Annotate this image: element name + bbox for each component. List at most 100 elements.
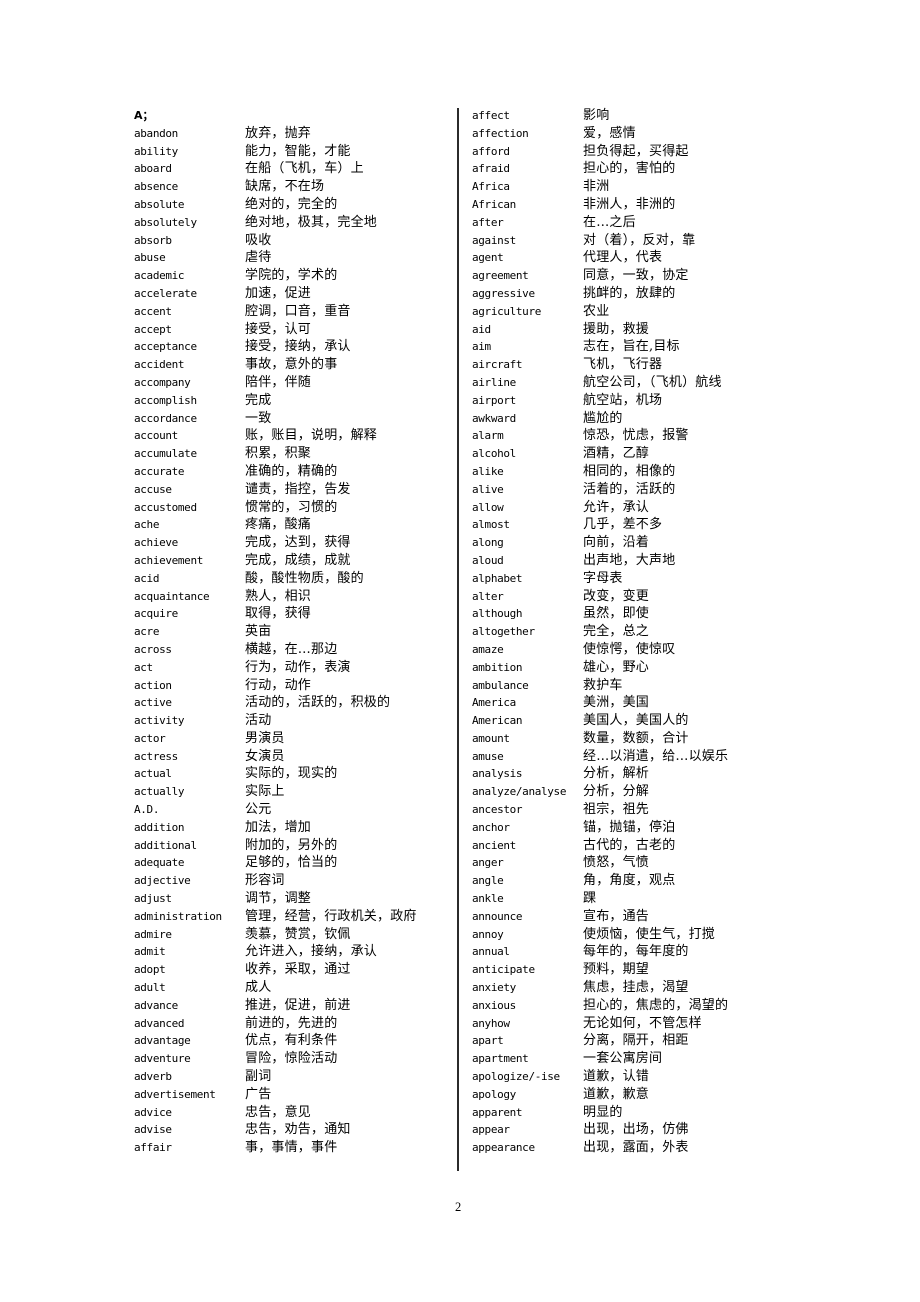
entry-term: alter bbox=[472, 589, 504, 603]
entry-gloss: 英亩 bbox=[245, 624, 272, 640]
vocabulary-entry: adopt 收养，采取，通过 bbox=[134, 961, 474, 979]
entry-term: admit bbox=[134, 945, 166, 959]
entry-gloss: 收养，采取，通过 bbox=[245, 962, 351, 978]
vocabulary-entry: aid 援助，救援 bbox=[472, 321, 812, 339]
entry-term: analyze/analyse bbox=[472, 785, 567, 799]
vocabulary-entry: alarm 惊恐，忧虑，报警 bbox=[472, 427, 812, 445]
entry-gloss: 祖宗，祖先 bbox=[583, 802, 650, 818]
entry-gloss: 忠告，劝告，通知 bbox=[245, 1122, 351, 1138]
vocabulary-entry: announce 宣布，通告 bbox=[472, 908, 812, 926]
entry-term: accumulate bbox=[134, 447, 197, 461]
vocabulary-entry: allow 允许，承认 bbox=[472, 499, 812, 517]
vocabulary-list-right: affect 影响 affection 爱，感情 afford 担负得起，买得起 afrai… bbox=[472, 107, 812, 1157]
vocabulary-entry: aggressive 挑衅的，放肆的 bbox=[472, 285, 812, 303]
entry-term: aid bbox=[472, 322, 491, 336]
entry-gloss: 疼痛，酸痛 bbox=[245, 517, 312, 533]
entry-gloss: 忠告，意见 bbox=[245, 1104, 312, 1120]
vocabulary-entry: accident 事故，意外的事 bbox=[134, 356, 474, 374]
entry-gloss: 接受，接纳，承认 bbox=[245, 339, 351, 355]
vocabulary-entry: awkward 尴尬的 bbox=[472, 410, 812, 428]
entry-gloss: 出现，露面，外表 bbox=[583, 1140, 689, 1156]
entry-term: agriculture bbox=[472, 304, 541, 318]
entry-gloss: 经…以消遣，给…以娱乐 bbox=[583, 748, 729, 764]
vocabulary-entry: appear 出现，出场，仿佛 bbox=[472, 1121, 812, 1139]
vocabulary-entry: abandon 放弃，抛弃 bbox=[134, 125, 474, 143]
entry-term: actual bbox=[134, 767, 172, 781]
vocabulary-entry: ankle 踝 bbox=[472, 890, 812, 908]
entry-gloss: 冒险，惊险活动 bbox=[245, 1051, 338, 1067]
entry-gloss: 担心的，害怕的 bbox=[583, 161, 676, 177]
entry-gloss: 调节，调整 bbox=[245, 891, 312, 907]
entry-term: airline bbox=[472, 375, 516, 389]
vocabulary-entry: anxiety 焦虑，挂虑，渴望 bbox=[472, 979, 812, 997]
entry-term: adventure bbox=[134, 1052, 191, 1066]
entry-gloss: 优点，有利条件 bbox=[245, 1033, 338, 1049]
entry-term: alive bbox=[472, 482, 504, 496]
entry-gloss: 事故，意外的事 bbox=[245, 357, 338, 373]
entry-gloss: 加法，增加 bbox=[245, 819, 312, 835]
entry-term: absence bbox=[134, 180, 178, 194]
entry-term: accompany bbox=[134, 375, 191, 389]
entry-gloss: 飞机，飞行器 bbox=[583, 357, 663, 373]
entry-gloss: 惊恐，忧虑，报警 bbox=[583, 428, 689, 444]
entry-term: American bbox=[472, 714, 523, 728]
entry-term: apology bbox=[472, 1087, 516, 1101]
entry-gloss: 志在，旨在,目标 bbox=[583, 339, 680, 355]
entry-gloss: 活动的，活跃的，积极的 bbox=[245, 695, 391, 711]
entry-term: addition bbox=[134, 820, 185, 834]
vocabulary-entry: accurate 准确的，精确的 bbox=[134, 463, 474, 481]
entry-term: alcohol bbox=[472, 447, 516, 461]
entry-term: advanced bbox=[134, 1016, 185, 1030]
entry-term: adequate bbox=[134, 856, 185, 870]
vocabulary-entry: ability 能力，智能，才能 bbox=[134, 143, 474, 161]
vocabulary-entry: act 行为，动作，表演 bbox=[134, 659, 474, 677]
section-heading-a: A； bbox=[134, 109, 154, 122]
vocabulary-entry: adverb 副词 bbox=[134, 1068, 474, 1086]
vocabulary-entry: along 向前，沿着 bbox=[472, 534, 812, 552]
entry-gloss: 出声地，大声地 bbox=[583, 552, 676, 568]
entry-gloss: 管理，经营，行政机关，政府 bbox=[245, 908, 417, 924]
entry-gloss: 虐待 bbox=[245, 250, 272, 266]
page-number: 2 bbox=[455, 1200, 462, 1214]
entry-gloss: 相同的，相像的 bbox=[583, 463, 676, 479]
vocabulary-entry: advantage 优点，有利条件 bbox=[134, 1032, 474, 1050]
entry-gloss: 完全，总之 bbox=[583, 624, 650, 640]
entry-gloss: 每年的，每年度的 bbox=[583, 944, 689, 960]
entry-term: advice bbox=[134, 1105, 172, 1119]
entry-gloss: 学院的，学术的 bbox=[245, 268, 338, 284]
vocabulary-entry: anger 愤怒，气愤 bbox=[472, 854, 812, 872]
entry-gloss: 预料，期望 bbox=[583, 962, 650, 978]
vocabulary-entry: anchor 锚，抛锚，停泊 bbox=[472, 819, 812, 837]
entry-gloss: 接受，认可 bbox=[245, 321, 312, 337]
entry-term: ancient bbox=[472, 838, 516, 852]
entry-gloss: 农业 bbox=[583, 303, 610, 319]
entry-term: ambition bbox=[472, 660, 523, 674]
entry-gloss: 男演员 bbox=[245, 730, 285, 746]
entry-gloss: 数量，数额，合计 bbox=[583, 730, 689, 746]
entry-term: alphabet bbox=[472, 571, 523, 585]
entry-term: aloud bbox=[472, 553, 504, 567]
entry-gloss: 惯常的，习惯的 bbox=[245, 499, 338, 515]
entry-gloss: 放弃，抛弃 bbox=[245, 125, 312, 141]
entry-gloss: 足够的，恰当的 bbox=[245, 855, 338, 871]
entry-term: across bbox=[134, 642, 172, 656]
entry-term: acre bbox=[134, 625, 160, 639]
entry-gloss: 同意，一致，协定 bbox=[583, 268, 689, 284]
vocabulary-entry: activity 活动 bbox=[134, 712, 474, 730]
entry-term: adjust bbox=[134, 892, 172, 906]
entry-term: ability bbox=[134, 144, 178, 158]
entry-term: absolute bbox=[134, 197, 185, 211]
entry-term: announce bbox=[472, 909, 523, 923]
vocabulary-entry: adjust 调节，调整 bbox=[134, 890, 474, 908]
entry-term: actor bbox=[134, 731, 166, 745]
entry-gloss: 航空站，机场 bbox=[583, 392, 663, 408]
entry-gloss: 道歉，认错 bbox=[583, 1069, 650, 1085]
vocabulary-entry: ancient 古代的，古老的 bbox=[472, 837, 812, 855]
entry-gloss: 允许，承认 bbox=[583, 499, 650, 515]
entry-term: aboard bbox=[134, 162, 172, 176]
entry-term: adopt bbox=[134, 963, 166, 977]
vocabulary-entry: A.D. 公元 bbox=[134, 801, 474, 819]
entry-term: America bbox=[472, 696, 516, 710]
entry-term: accurate bbox=[134, 464, 185, 478]
entry-term: activity bbox=[134, 714, 185, 728]
